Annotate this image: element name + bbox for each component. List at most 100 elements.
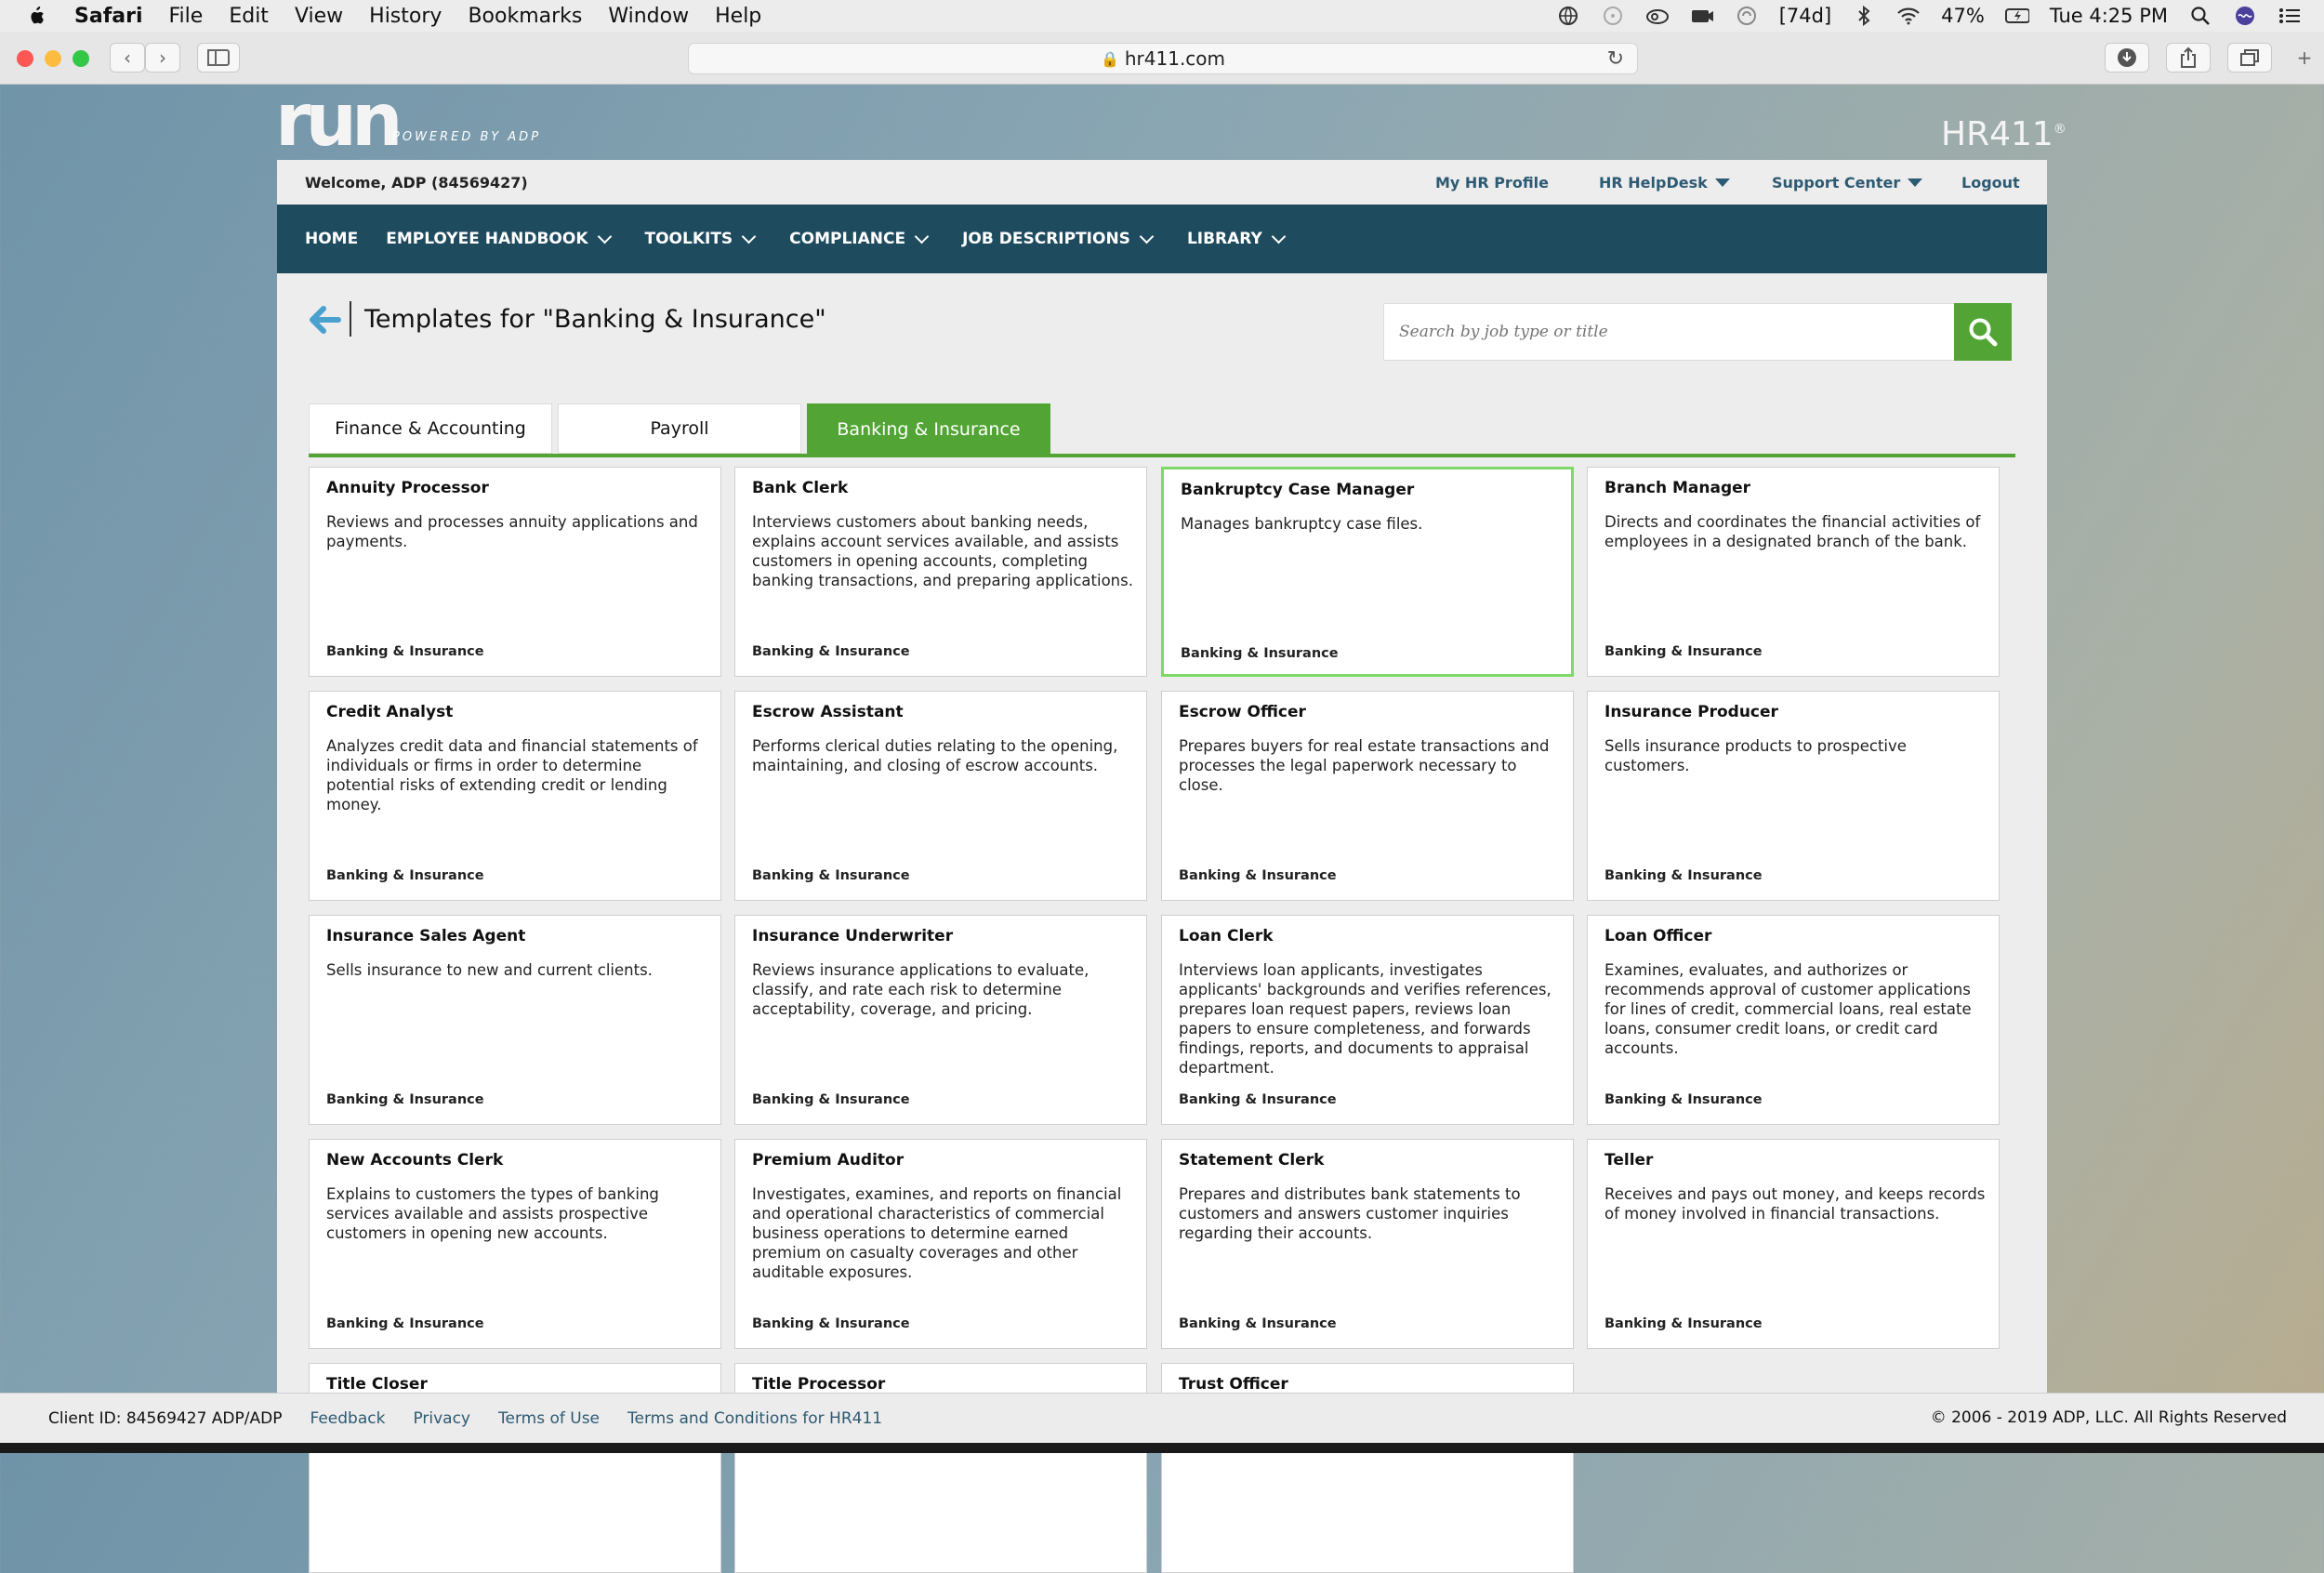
support-center-link[interactable]: Support Center	[1772, 174, 1923, 192]
sidebar-toggle-button[interactable]	[197, 43, 240, 73]
minimize-window-button[interactable]	[45, 50, 61, 67]
battery-icon[interactable]	[2004, 6, 2029, 26]
nav-toolkits-label: TOOLKITS	[644, 230, 733, 248]
my-hr-profile-link[interactable]: My HR Profile	[1435, 174, 1549, 192]
new-tab-button[interactable]: +	[2289, 43, 2320, 73]
job-card-category: Banking & Insurance	[1604, 1092, 1763, 1107]
tab-banking-insurance[interactable]: Banking & Insurance	[807, 403, 1050, 456]
job-card[interactable]: Premium Auditor Investigates, examines, a…	[734, 1139, 1147, 1349]
status-badge[interactable]: [74d]	[1779, 5, 1831, 27]
user-topbar: Welcome, ADP (84569427) My HR Profile HR…	[277, 160, 2047, 205]
menu-clock[interactable]: Tue 4:25 PM	[2050, 5, 2168, 27]
sync-icon[interactable]	[1735, 6, 1759, 26]
menu-file[interactable]: File	[169, 5, 204, 28]
menu-bookmarks[interactable]: Bookmarks	[468, 5, 582, 28]
tab-underline	[309, 454, 2015, 457]
nav-compliance[interactable]: COMPLIANCE	[789, 229, 930, 248]
run-logo[interactable]: run POWERED BY ADP	[275, 79, 538, 163]
job-card-title: Annuity Processor	[326, 479, 489, 497]
tabs-overview-button[interactable]	[2227, 43, 2272, 73]
job-card-category: Banking & Insurance	[1181, 646, 1339, 661]
job-card-title: Branch Manager	[1604, 479, 1751, 497]
job-card[interactable]: Escrow Officer Prepares buyers for real e…	[1161, 691, 1574, 901]
main-nav: HOME EMPLOYEE HANDBOOK TOOLKITS COMPLIAN…	[277, 205, 2047, 273]
footer-terms-hr411-link[interactable]: Terms and Conditions for HR411	[627, 1409, 882, 1428]
logo-subtitle: POWERED BY ADP	[392, 130, 542, 144]
chevron-down-icon	[1271, 229, 1287, 244]
screen-record-icon[interactable]	[1690, 6, 1714, 26]
job-card[interactable]: Credit Analyst Analyzes credit data and f…	[309, 691, 721, 901]
sidebar-icon	[207, 49, 230, 66]
job-card[interactable]: Teller Receives and pays out money, and k…	[1587, 1139, 2000, 1349]
close-window-button[interactable]	[17, 50, 33, 67]
job-card[interactable]: Bank Clerk Interviews customers about ban…	[734, 467, 1147, 677]
wifi-icon[interactable]	[1896, 6, 1921, 26]
back-button[interactable]: ‹	[110, 43, 145, 73]
menu-view[interactable]: View	[295, 5, 343, 28]
downloads-button[interactable]	[2105, 43, 2149, 73]
nav-job-descriptions[interactable]: JOB DESCRIPTIONS	[962, 229, 1155, 248]
job-card-title: Insurance Sales Agent	[326, 927, 526, 945]
tab-finance-accounting[interactable]: Finance & Accounting	[309, 403, 552, 454]
job-card-description: Sells insurance products to prospective …	[1604, 737, 1907, 774]
job-card-category: Banking & Insurance	[326, 868, 484, 883]
job-card[interactable]: Insurance Producer Sells insurance produc…	[1587, 691, 2000, 901]
chevron-down-icon	[741, 229, 757, 244]
nav-job-descriptions-label: JOB DESCRIPTIONS	[962, 230, 1130, 248]
menu-edit[interactable]: Edit	[229, 5, 269, 28]
forward-button[interactable]: ›	[145, 43, 180, 73]
job-card-category: Banking & Insurance	[1604, 1316, 1763, 1331]
search-input[interactable]	[1397, 304, 1912, 360]
back-arrow-icon[interactable]	[305, 301, 342, 338]
hr-helpdesk-label: HR HelpDesk	[1599, 174, 1708, 192]
disc-icon[interactable]	[1601, 6, 1625, 26]
job-card-description: Manages bankruptcy case files.	[1181, 515, 1423, 533]
menu-window[interactable]: Window	[608, 5, 689, 28]
job-card-category: Banking & Insurance	[752, 1316, 910, 1331]
tab-payroll[interactable]: Payroll	[558, 403, 801, 454]
menu-help[interactable]: Help	[715, 5, 761, 28]
siri-icon[interactable]	[2233, 6, 2257, 26]
job-card-description: Directs and coordinates the financial ac…	[1604, 513, 1981, 550]
job-card[interactable]: Loan Clerk Interviews loan applicants, in…	[1161, 915, 1574, 1125]
share-button[interactable]	[2166, 43, 2211, 73]
page-footer: Client ID: 84569427 ADP/ADP Feedback Pri…	[0, 1393, 2324, 1444]
search-button[interactable]	[1954, 303, 2012, 361]
job-card[interactable]: Branch Manager Directs and coordinates th…	[1587, 467, 2000, 677]
globe-icon[interactable]	[1556, 6, 1580, 26]
nav-toolkits[interactable]: TOOLKITS	[644, 229, 757, 248]
spotlight-search-icon[interactable]	[2188, 6, 2212, 26]
creative-cloud-icon[interactable]	[1645, 6, 1670, 26]
job-card[interactable]: Insurance Sales Agent Sells insurance to …	[309, 915, 721, 1125]
hr-helpdesk-link[interactable]: HR HelpDesk	[1599, 174, 1730, 192]
job-card-description: Sells insurance to new and current clien…	[326, 961, 653, 979]
menu-history[interactable]: History	[369, 5, 442, 28]
footer-privacy-link[interactable]: Privacy	[413, 1409, 470, 1428]
job-card[interactable]: Statement Clerk Prepares and distributes …	[1161, 1139, 1574, 1349]
notification-center-icon[interactable]	[2278, 6, 2302, 26]
job-card[interactable]: Bankruptcy Case Manager Manages bankruptc…	[1161, 467, 1574, 677]
job-card-title: Bank Clerk	[752, 479, 849, 497]
logo-wordmark: run	[275, 79, 403, 163]
job-card[interactable]: Annuity Processor Reviews and processes a…	[309, 467, 721, 677]
address-bar[interactable]: 🔒 hr411.com ↻	[688, 43, 1638, 74]
nav-home[interactable]: HOME	[305, 230, 358, 248]
nav-library[interactable]: LIBRARY	[1187, 229, 1287, 248]
page-title: Templates for "Banking & Insurance"	[364, 305, 826, 334]
menu-app-safari[interactable]: Safari	[74, 5, 143, 28]
reload-icon[interactable]: ↻	[1607, 47, 1624, 71]
job-card[interactable]: Loan Officer Examines, evaluates, and aut…	[1587, 915, 2000, 1125]
bluetooth-icon[interactable]	[1852, 6, 1876, 26]
apple-icon[interactable]	[26, 5, 46, 27]
job-card[interactable]: Escrow Assistant Performs clerical duties…	[734, 691, 1147, 901]
job-card[interactable]: New Accounts Clerk Explains to customers …	[309, 1139, 721, 1349]
share-icon	[2181, 46, 2196, 68]
nav-employee-handbook[interactable]: EMPLOYEE HANDBOOK	[386, 229, 612, 248]
mac-menu-bar: Safari File Edit View History Bookmarks …	[0, 0, 2324, 32]
zoom-window-button[interactable]	[73, 50, 89, 67]
footer-terms-link[interactable]: Terms of Use	[498, 1409, 600, 1428]
browser-toolbar: ‹ › 🔒 hr411.com ↻ +	[0, 32, 2324, 85]
footer-feedback-link[interactable]: Feedback	[310, 1409, 385, 1428]
logout-link[interactable]: Logout	[1961, 174, 2020, 192]
job-card[interactable]: Insurance Underwriter Reviews insurance a…	[734, 915, 1147, 1125]
